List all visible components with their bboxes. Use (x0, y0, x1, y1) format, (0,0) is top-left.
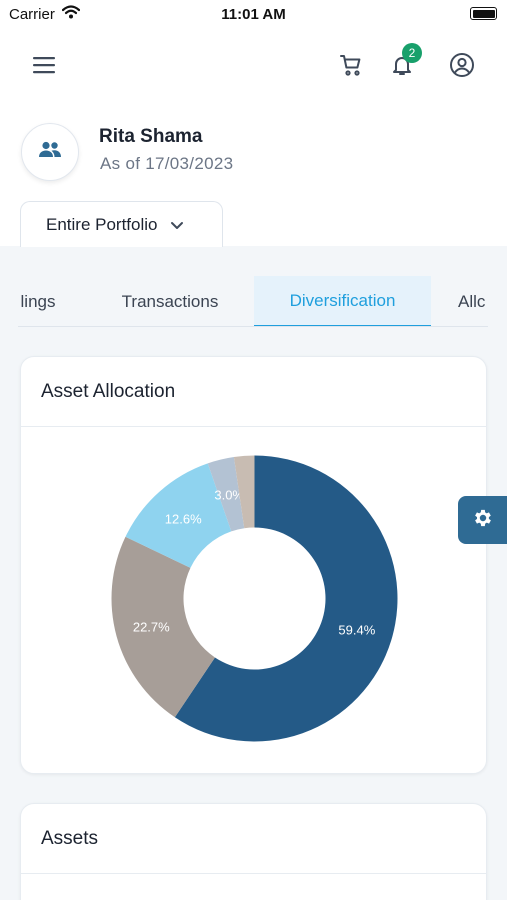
donut-slice-label: 22.7% (133, 620, 170, 635)
settings-button[interactable] (458, 496, 507, 544)
portfolio-selector-value: Entire Portfolio (46, 214, 158, 234)
asset-allocation-donut-chart: 59.4%22.7%12.6%3.0% (111, 455, 398, 742)
status-bar: Carrier 11:01 AM (0, 0, 507, 30)
user-name: Rita Shama (99, 126, 203, 147)
chevron-down-icon (170, 215, 184, 235)
battery-icon (470, 7, 497, 20)
cart-icon[interactable] (333, 50, 369, 80)
assets-title: Assets (41, 828, 99, 849)
hamburger-menu-icon[interactable] (26, 50, 62, 80)
divider (21, 873, 486, 874)
avatar (21, 123, 79, 181)
tab-holdings[interactable]: lings (18, 276, 68, 326)
asset-allocation-card: Asset Allocation 59.4% 22.7% 12.6% 3.0% (20, 356, 487, 774)
tab-transactions[interactable]: Transactions (100, 276, 240, 326)
assets-card: Assets (20, 803, 487, 900)
tab-diversification[interactable]: Diversification (254, 276, 431, 326)
portfolio-selector[interactable]: Entire Portfolio (20, 201, 223, 247)
gear-icon (472, 507, 494, 534)
people-icon (38, 140, 62, 165)
user-circle-icon[interactable] (444, 50, 480, 80)
notification-badge: 2 (402, 43, 422, 63)
donut-slice-label: 12.6% (165, 512, 202, 527)
tab-allocation[interactable]: Allc (458, 276, 488, 326)
header: 2 Rita Shama As of 17/03/2023 Entire Por… (0, 30, 507, 247)
donut-slice-label: 59.4% (338, 623, 375, 638)
asset-allocation-title: Asset Allocation (41, 381, 176, 402)
as-of-date: As of 17/03/2023 (100, 154, 234, 173)
tab-bar: lings Transactions Diversification Allc (18, 276, 488, 327)
divider (21, 426, 486, 427)
clock: 11:01 AM (221, 6, 286, 23)
